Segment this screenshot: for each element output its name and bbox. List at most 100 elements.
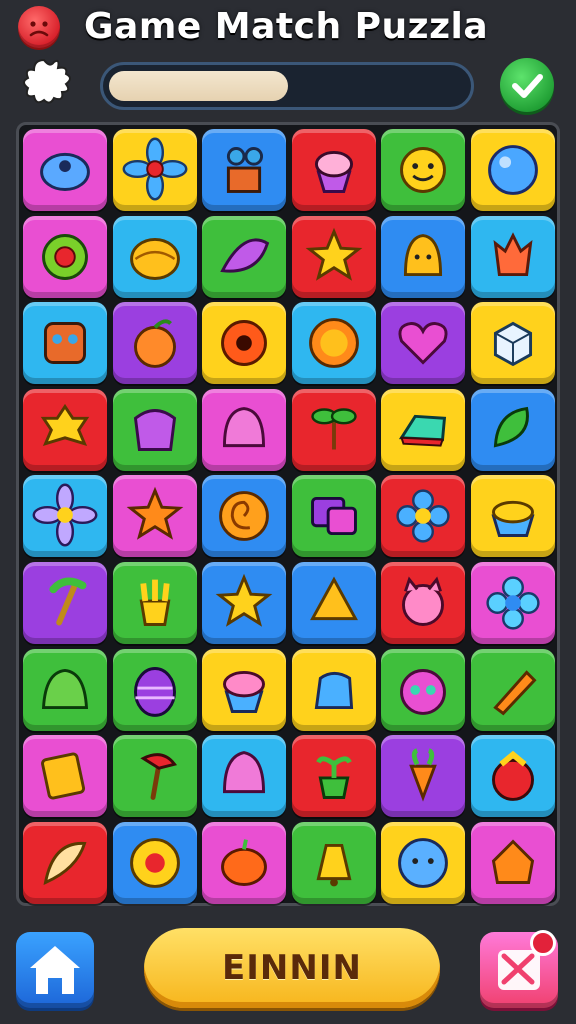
top-bar: Game Match Puzzla	[0, 0, 576, 120]
tile-slime[interactable]	[23, 648, 107, 731]
cupcake-robot-icon	[226, 147, 264, 193]
leaf-bunch-icon	[493, 406, 529, 448]
cupcake-icon	[314, 150, 353, 193]
tile-sun-face[interactable]	[291, 302, 376, 385]
level-progress-bar	[100, 62, 474, 110]
tile-fries[interactable]	[112, 562, 197, 644]
tile-sprout[interactable]	[291, 388, 376, 471]
fries-icon	[139, 579, 170, 626]
tile-meringue[interactable]	[202, 735, 286, 818]
slime-icon	[41, 668, 89, 709]
gift-icon	[133, 408, 176, 451]
sun-face-icon	[308, 318, 359, 369]
tile-palm[interactable]	[23, 562, 107, 644]
tile-leaf[interactable]	[202, 215, 286, 298]
check-icon[interactable]	[500, 58, 554, 112]
tile-star[interactable]	[112, 475, 197, 558]
cat-face-icon	[402, 576, 444, 626]
tile-egg[interactable]	[112, 648, 197, 731]
tile-cookie-face[interactable]	[23, 388, 107, 471]
tile-donut-flower[interactable]	[202, 302, 286, 385]
flower-blue-icon	[396, 489, 450, 543]
planet-face-icon	[398, 837, 448, 888]
tile-star-yellow[interactable]	[202, 562, 286, 644]
plant-icon	[315, 756, 352, 800]
tile-plant[interactable]	[291, 735, 376, 818]
tile-photos[interactable]	[291, 475, 376, 558]
tile-peach[interactable]	[112, 302, 197, 385]
tile-flower[interactable]	[112, 129, 197, 211]
tile-swirl[interactable]	[202, 475, 286, 558]
tile-cupcake-robot[interactable]	[202, 129, 286, 211]
shell-icon	[129, 237, 180, 280]
tile-cupcake[interactable]	[291, 129, 376, 211]
alien-icon	[400, 668, 446, 715]
star-icon	[126, 487, 183, 541]
book-icon	[41, 752, 86, 800]
flower-cyan-icon	[485, 576, 540, 630]
tile-leaf-bunch[interactable]	[470, 388, 555, 471]
fruit-basket-icon	[491, 750, 534, 802]
tile-pumpkin[interactable]	[202, 821, 286, 904]
paint-splash-icon[interactable]	[20, 56, 76, 108]
tile-blob-creature[interactable]	[23, 129, 107, 211]
tile-sunflower[interactable]	[23, 215, 107, 298]
heart-icon	[398, 322, 448, 365]
cube-icon	[493, 321, 532, 367]
tile-daisy[interactable]	[23, 475, 107, 558]
tile-jelly-blue[interactable]	[291, 648, 376, 731]
progress-fill	[109, 71, 289, 101]
tile-cube[interactable]	[470, 302, 555, 385]
game-board	[16, 122, 560, 906]
triangle-face-icon	[309, 576, 358, 621]
tile-gift[interactable]	[112, 388, 197, 471]
tile-heart[interactable]	[381, 302, 465, 385]
feather-icon	[43, 841, 87, 885]
tile-axe[interactable]	[112, 735, 197, 818]
donut-flower-icon	[221, 320, 267, 367]
tile-book[interactable]	[23, 735, 107, 818]
tile-flower-blue[interactable]	[381, 475, 465, 558]
crayon-icon	[492, 669, 537, 715]
tile-crayon[interactable]	[470, 648, 555, 731]
tile-tulip[interactable]	[470, 215, 555, 298]
tile-shell[interactable]	[112, 215, 197, 298]
tile-feather[interactable]	[23, 821, 107, 904]
tile-house-face[interactable]	[470, 821, 555, 904]
tile-sunflower-red[interactable]	[112, 821, 197, 904]
bottom-bar: EINNIN	[0, 920, 576, 1024]
tile-alien[interactable]	[381, 648, 465, 731]
tile-pudding[interactable]	[470, 475, 555, 558]
sunflower-icon	[42, 233, 88, 280]
tile-bell-face[interactable]	[381, 215, 465, 298]
egg-icon	[133, 666, 176, 717]
block-icon	[398, 414, 447, 447]
tile-robot-face[interactable]	[23, 302, 107, 385]
cupcake-pink-icon	[223, 670, 265, 713]
tile-smiley[interactable]	[381, 129, 465, 211]
tile-fruit-basket[interactable]	[470, 735, 555, 818]
page-title: Game Match Puzzla	[84, 6, 489, 47]
jelly-icon	[223, 406, 265, 447]
tile-planet-face[interactable]	[381, 821, 465, 904]
home-icon[interactable]	[16, 932, 94, 1008]
blob-creature-icon	[40, 152, 90, 191]
carrot-icon	[409, 748, 437, 802]
tile-triangle-face[interactable]	[291, 562, 376, 644]
tile-jelly[interactable]	[202, 388, 286, 471]
tile-bell[interactable]	[291, 821, 376, 904]
swirl-icon	[219, 491, 269, 542]
tile-star-face[interactable]	[291, 215, 376, 298]
house-face-icon	[491, 839, 534, 884]
sad-face-icon[interactable]	[18, 6, 60, 48]
main-action-button[interactable]: EINNIN	[144, 928, 440, 1008]
tile-block[interactable]	[381, 388, 465, 471]
sunflower-red-icon	[129, 837, 180, 888]
tile-carrot[interactable]	[381, 735, 465, 818]
tile-cat-face[interactable]	[381, 562, 465, 644]
flower-icon	[122, 137, 187, 201]
tile-cupcake-pink[interactable]	[202, 648, 286, 731]
bell-icon	[316, 843, 351, 887]
tile-ball[interactable]	[470, 129, 555, 211]
tile-flower-cyan[interactable]	[470, 562, 555, 644]
